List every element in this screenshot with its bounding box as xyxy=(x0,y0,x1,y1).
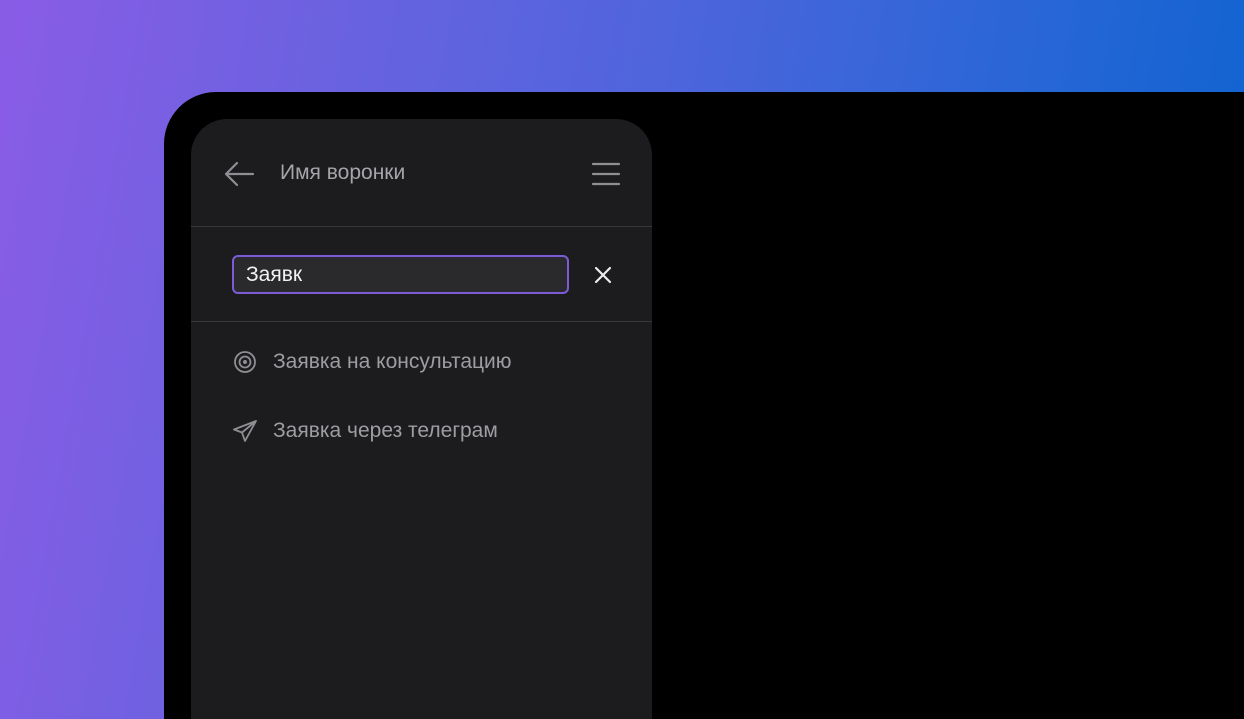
funnel-panel: Имя воронки Заявка на консультацию xyxy=(191,119,652,719)
page-title: Имя воронки xyxy=(280,161,406,184)
hamburger-menu-icon[interactable] xyxy=(591,161,621,187)
arrow-left-icon[interactable] xyxy=(223,159,255,189)
panel-header: Имя воронки xyxy=(191,119,652,227)
list-item[interactable]: Заявка через телеграм xyxy=(231,414,631,448)
search-input[interactable] xyxy=(232,255,569,294)
list-item-label: Заявка через телеграм xyxy=(273,419,498,442)
list-item[interactable]: Заявка на консультацию xyxy=(231,345,631,379)
telegram-icon xyxy=(233,420,257,442)
target-icon xyxy=(234,351,256,373)
close-icon[interactable] xyxy=(591,263,615,287)
list-item-label: Заявка на консультацию xyxy=(273,350,512,373)
search-row xyxy=(191,227,652,322)
device-frame: Имя воронки Заявка на консультацию xyxy=(164,92,1244,719)
